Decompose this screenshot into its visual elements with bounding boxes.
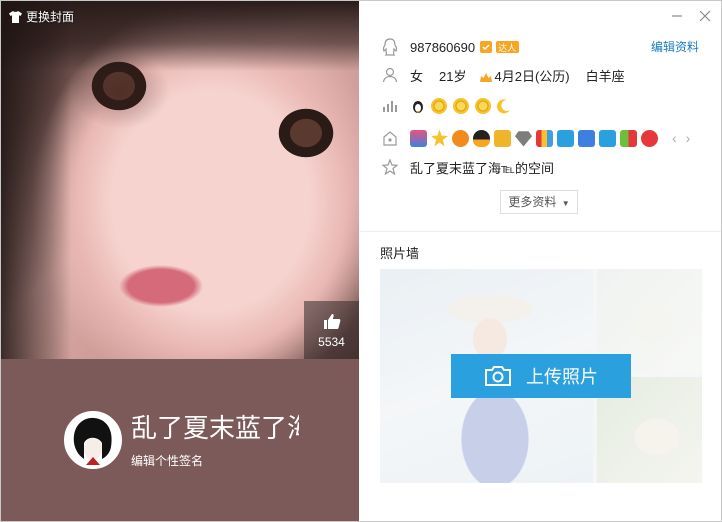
sun-level-icon [475, 98, 491, 114]
shop-icon[interactable] [599, 129, 616, 147]
nickname: 乱了夏末蓝了海 [131, 413, 299, 443]
profile-band: 乱了夏末蓝了海 编辑个性签名 [1, 359, 359, 521]
like-button[interactable]: 5534 [304, 301, 359, 359]
qq-number-row: 987860690 达人 [380, 37, 520, 57]
game-center-icon[interactable] [452, 129, 469, 147]
like-count: 5534 [318, 335, 345, 349]
zodiac: 白羊座 [585, 68, 625, 84]
more-info-button[interactable]: 更多资料 ▼ [500, 190, 578, 214]
house-icon [380, 128, 400, 148]
wallet-icon[interactable] [494, 129, 511, 147]
profile-window: 更换封面 5534 乱了夏末蓝了海 编辑个性签名 987860690 达人 编辑… [0, 0, 722, 522]
chevron-right-icon[interactable]: › [686, 130, 691, 146]
sun-level-icon [453, 98, 469, 114]
qq-number: 987860690 [410, 39, 476, 55]
birthday-cake-icon [480, 72, 493, 82]
mail-icon[interactable] [578, 129, 595, 147]
photo-wall: 上传照片 [380, 269, 702, 483]
music-icon[interactable] [557, 129, 574, 147]
birthday: 4月2日(公历) [480, 66, 570, 85]
edit-profile-link[interactable]: 编辑资料 [651, 38, 699, 55]
edit-signature-link[interactable]: 编辑个性签名 [131, 452, 203, 469]
penguin-level-icon [413, 101, 423, 113]
diamond-icon[interactable] [515, 131, 532, 147]
user-icon [380, 65, 400, 85]
basic-info-row: 女 21岁 4月2日(公历) 白羊座 [380, 65, 625, 85]
penguin-icon[interactable] [473, 129, 490, 147]
avatar-image [66, 413, 120, 467]
photo-wall-title: 照片墙 [380, 246, 420, 261]
window-controls [671, 10, 711, 22]
close-button[interactable] [699, 10, 711, 22]
star-icon [380, 157, 400, 177]
class-icon[interactable] [620, 129, 637, 147]
qzone-link[interactable]: 乱了夏末蓝了海℡的空间 [410, 158, 554, 177]
daren-badge-label: 达人 [496, 41, 520, 53]
thumbs-up-icon [323, 314, 340, 329]
close-icon [699, 10, 711, 22]
services-row: ‹ › [380, 128, 690, 148]
penguin-outline-icon [380, 37, 400, 57]
chevron-left-icon[interactable]: ‹ [672, 130, 677, 146]
avatar[interactable] [64, 411, 122, 469]
upload-photo-button[interactable]: 上传照片 [451, 354, 631, 398]
level-chart-icon [380, 96, 400, 116]
talent-icon [480, 41, 493, 53]
tshirt-icon [9, 10, 22, 23]
camera-icon [485, 366, 511, 386]
level-row [380, 96, 512, 116]
moon-level-icon [497, 99, 510, 114]
minimize-button[interactable] [671, 10, 683, 22]
daren-badge[interactable]: 达人 [479, 40, 520, 54]
divider [360, 231, 721, 232]
upload-photo-label: 上传照片 [526, 367, 598, 387]
video-icon[interactable] [536, 129, 553, 147]
pet-icon[interactable] [641, 129, 658, 147]
minimize-icon [672, 15, 682, 17]
qq-show-icon[interactable] [410, 129, 427, 147]
qq-level-icons[interactable] [410, 97, 512, 115]
service-icons [410, 129, 658, 147]
sun-level-icon [431, 98, 447, 114]
change-cover-label: 更换封面 [26, 10, 75, 24]
gender: 女 [410, 68, 424, 84]
favorite-icon[interactable] [431, 129, 448, 147]
caret-down-icon: ▼ [561, 199, 570, 208]
change-cover-button[interactable]: 更换封面 [9, 8, 74, 25]
age: 21岁 [439, 68, 467, 84]
left-pane: 更换封面 5534 乱了夏末蓝了海 编辑个性签名 [1, 1, 359, 521]
more-info-label: 更多资料 [508, 195, 557, 209]
right-pane: 987860690 达人 编辑资料 女 21岁 4月2日(公历) 白羊座 ‹ ›… [360, 1, 721, 521]
space-row: 乱了夏末蓝了海℡的空间 [380, 157, 554, 177]
cover-photo: 更换封面 5534 [1, 1, 359, 359]
service-arrows: ‹ › [672, 130, 690, 146]
